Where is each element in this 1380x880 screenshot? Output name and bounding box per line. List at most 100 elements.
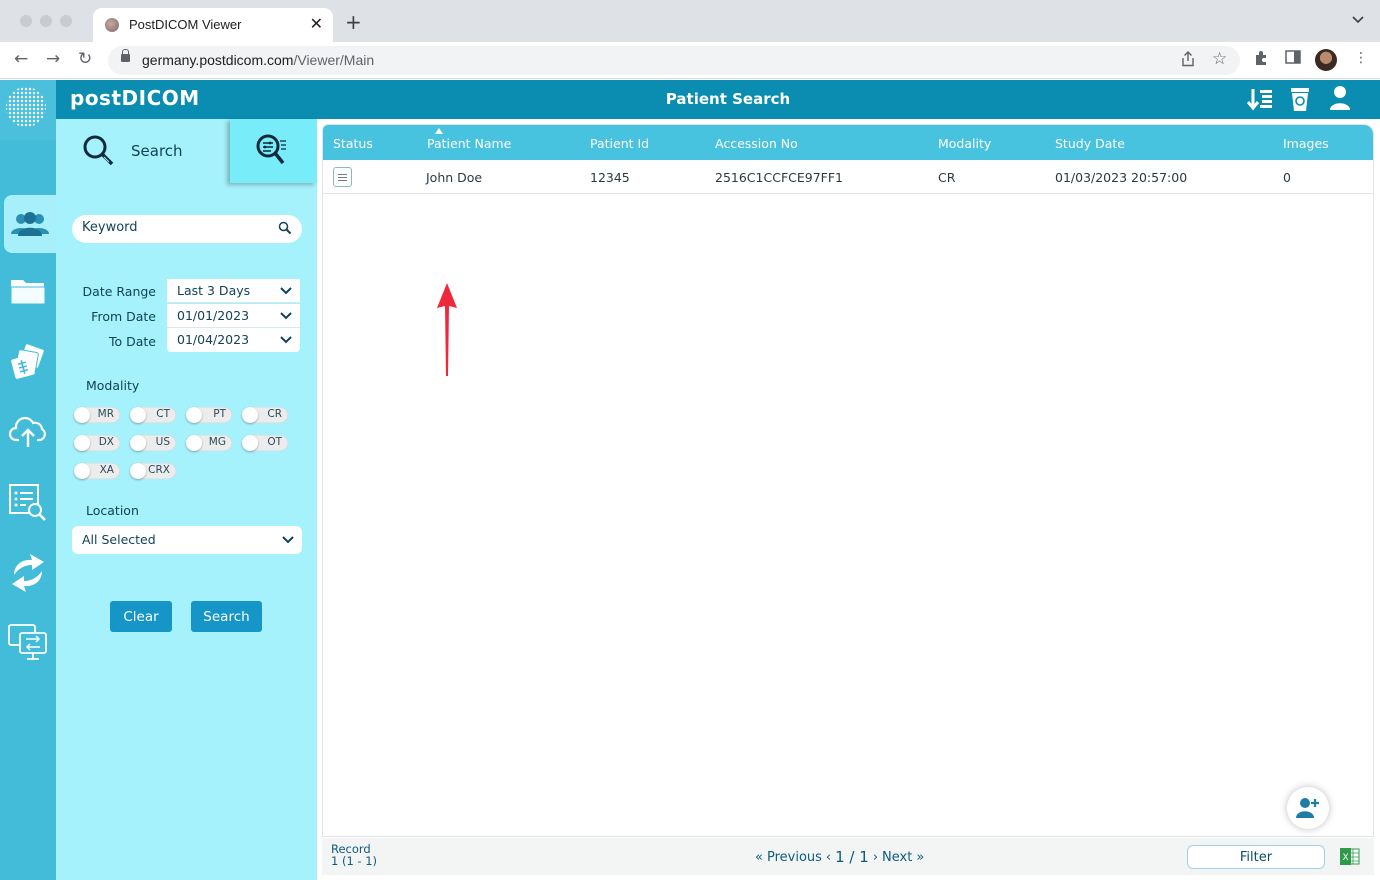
column-header-accession-no[interactable]: Accession No — [715, 136, 798, 151]
location-select[interactable]: All Selected — [72, 526, 302, 554]
chevron-down-icon — [282, 536, 294, 544]
tab-search-chevron-icon[interactable] — [1352, 13, 1364, 27]
column-header-patient-name[interactable]: Patient Name — [427, 136, 511, 151]
document-icon[interactable] — [333, 167, 352, 187]
bookmark-star-icon[interactable]: ☆ — [1212, 49, 1227, 69]
recycle-bin-icon[interactable] — [1290, 86, 1310, 116]
window-zoom-dot[interactable] — [60, 15, 72, 27]
nav-transfer[interactable] — [0, 613, 56, 671]
url-text: germany.postdicom.com/Viewer/Main — [142, 52, 374, 68]
cell-accession-no: 2516C1CCFCE97FF1 — [715, 170, 844, 185]
sort-list-icon[interactable] — [1246, 87, 1273, 115]
back-icon[interactable]: ← — [14, 49, 28, 69]
cloud-upload-icon — [8, 416, 46, 447]
side-panel-icon[interactable] — [1285, 50, 1301, 68]
column-header-modality[interactable]: Modality — [938, 136, 991, 151]
forward-icon[interactable]: → — [46, 49, 60, 69]
column-header-patient-id[interactable]: Patient Id — [590, 136, 649, 151]
table-row[interactable]: John Doe 12345 2516C1CCFCE97FF1 CR 01/03… — [323, 160, 1373, 194]
annotation-arrow — [437, 283, 457, 376]
toggle-knob — [186, 407, 202, 423]
svg-text:X: X — [1343, 853, 1349, 863]
sync-icon — [12, 554, 44, 592]
app-header: postDICOM Patient Search — [0, 80, 1380, 119]
toggle-knob — [242, 407, 258, 423]
filter-button[interactable]: Filter — [1187, 845, 1325, 869]
toggle-knob — [74, 435, 90, 451]
new-tab-icon[interactable]: + — [345, 12, 362, 32]
modality-toggle-ct[interactable]: CT — [130, 407, 176, 423]
user-icon[interactable] — [1329, 85, 1351, 115]
url-host: germany.postdicom.com — [142, 52, 294, 68]
toggle-label: MG — [208, 436, 226, 448]
column-header-status[interactable]: Status — [333, 136, 373, 151]
from-date-label: From Date — [91, 309, 156, 324]
toggle-label: PT — [213, 408, 226, 420]
address-bar[interactable]: germany.postdicom.com/Viewer/Main ☆ — [108, 46, 1240, 75]
date-range-label: Date Range — [82, 284, 156, 299]
toggle-knob — [130, 463, 146, 479]
nav-patients[interactable] — [4, 195, 56, 253]
search-button[interactable]: Search — [191, 601, 262, 632]
logo-globe — [0, 80, 56, 140]
reload-icon[interactable]: ↻ — [78, 49, 92, 69]
modality-toggle-dx[interactable]: DX — [74, 435, 120, 451]
modality-toggle-crx[interactable]: CRX — [130, 463, 176, 479]
tab-close-icon[interactable]: ✕ — [310, 14, 323, 33]
next-page-icon[interactable]: › — [873, 850, 878, 865]
nav-sync[interactable] — [0, 544, 56, 602]
sort-ascending-icon — [435, 128, 443, 134]
toggle-label: XA — [99, 464, 114, 476]
patient-grid: Status Patient Name Patient Id Accession… — [322, 124, 1374, 837]
add-patient-button[interactable] — [1287, 787, 1329, 829]
keyword-field[interactable] — [72, 215, 302, 243]
keyword-input[interactable] — [82, 220, 272, 235]
excel-export-icon[interactable]: X — [1340, 848, 1360, 865]
from-date-picker[interactable]: 01/01/2023 — [167, 304, 300, 328]
column-header-study-date[interactable]: Study Date — [1055, 136, 1125, 151]
page-title: Patient Search — [665, 90, 791, 108]
cell-study-date: 01/03/2023 20:57:00 — [1055, 170, 1188, 185]
grid-footer: Record 1 (1 - 1) « Previous ‹ 1 / 1 › Ne… — [322, 838, 1374, 875]
next-button[interactable]: Next — [882, 850, 912, 865]
extensions-icon[interactable] — [1253, 50, 1269, 70]
lock-icon — [121, 49, 130, 62]
modality-toggle-us[interactable]: US — [130, 435, 176, 451]
nav-teaching-files[interactable] — [0, 333, 56, 391]
share-icon[interactable] — [1181, 51, 1195, 71]
location-value: All Selected — [82, 532, 156, 547]
window-close-dot[interactable] — [20, 15, 32, 27]
keyword-search-icon[interactable] — [278, 221, 292, 235]
toggle-label: DX — [98, 436, 114, 448]
modality-toggle-ot[interactable]: OT — [242, 435, 288, 451]
tab-search[interactable]: Search — [56, 119, 230, 183]
modality-toggle-mg[interactable]: MG — [186, 435, 232, 451]
clear-button[interactable]: Clear — [110, 601, 172, 632]
cell-modality: CR — [938, 170, 956, 185]
prev-page-icon[interactable]: ‹ — [826, 850, 831, 865]
modality-toggle-cr[interactable]: CR — [242, 407, 288, 423]
nav-worklist[interactable] — [0, 473, 56, 531]
modality-toggle-xa[interactable]: XA — [74, 463, 120, 479]
date-range-select[interactable]: Last 3 Days — [167, 279, 300, 303]
modality-toggle-mr[interactable]: MR — [74, 407, 120, 423]
last-page-icon[interactable]: » — [916, 850, 924, 865]
record-count: Record 1 (1 - 1) — [331, 843, 377, 867]
first-page-icon[interactable]: « — [755, 850, 763, 865]
logo-globe-icon — [6, 87, 46, 127]
toggle-label: CT — [156, 408, 170, 420]
modality-toggle-pt[interactable]: PT — [186, 407, 232, 423]
browser-tab[interactable]: PostDICOM Viewer ✕ — [93, 8, 333, 42]
previous-button[interactable]: Previous — [767, 850, 822, 865]
nav-folders[interactable] — [0, 262, 56, 320]
column-header-images[interactable]: Images — [1283, 136, 1329, 151]
profile-avatar[interactable] — [1315, 49, 1337, 71]
to-date-picker[interactable]: 01/04/2023 — [167, 328, 300, 352]
tab-advanced-search[interactable] — [230, 119, 317, 183]
window-minimize-dot[interactable] — [40, 15, 52, 27]
cell-images: 0 — [1283, 170, 1291, 185]
chevron-down-icon — [280, 336, 292, 344]
nav-upload[interactable] — [0, 403, 56, 461]
to-date-label: To Date — [108, 334, 156, 349]
browser-menu-icon[interactable]: ⋮ — [1354, 50, 1368, 66]
